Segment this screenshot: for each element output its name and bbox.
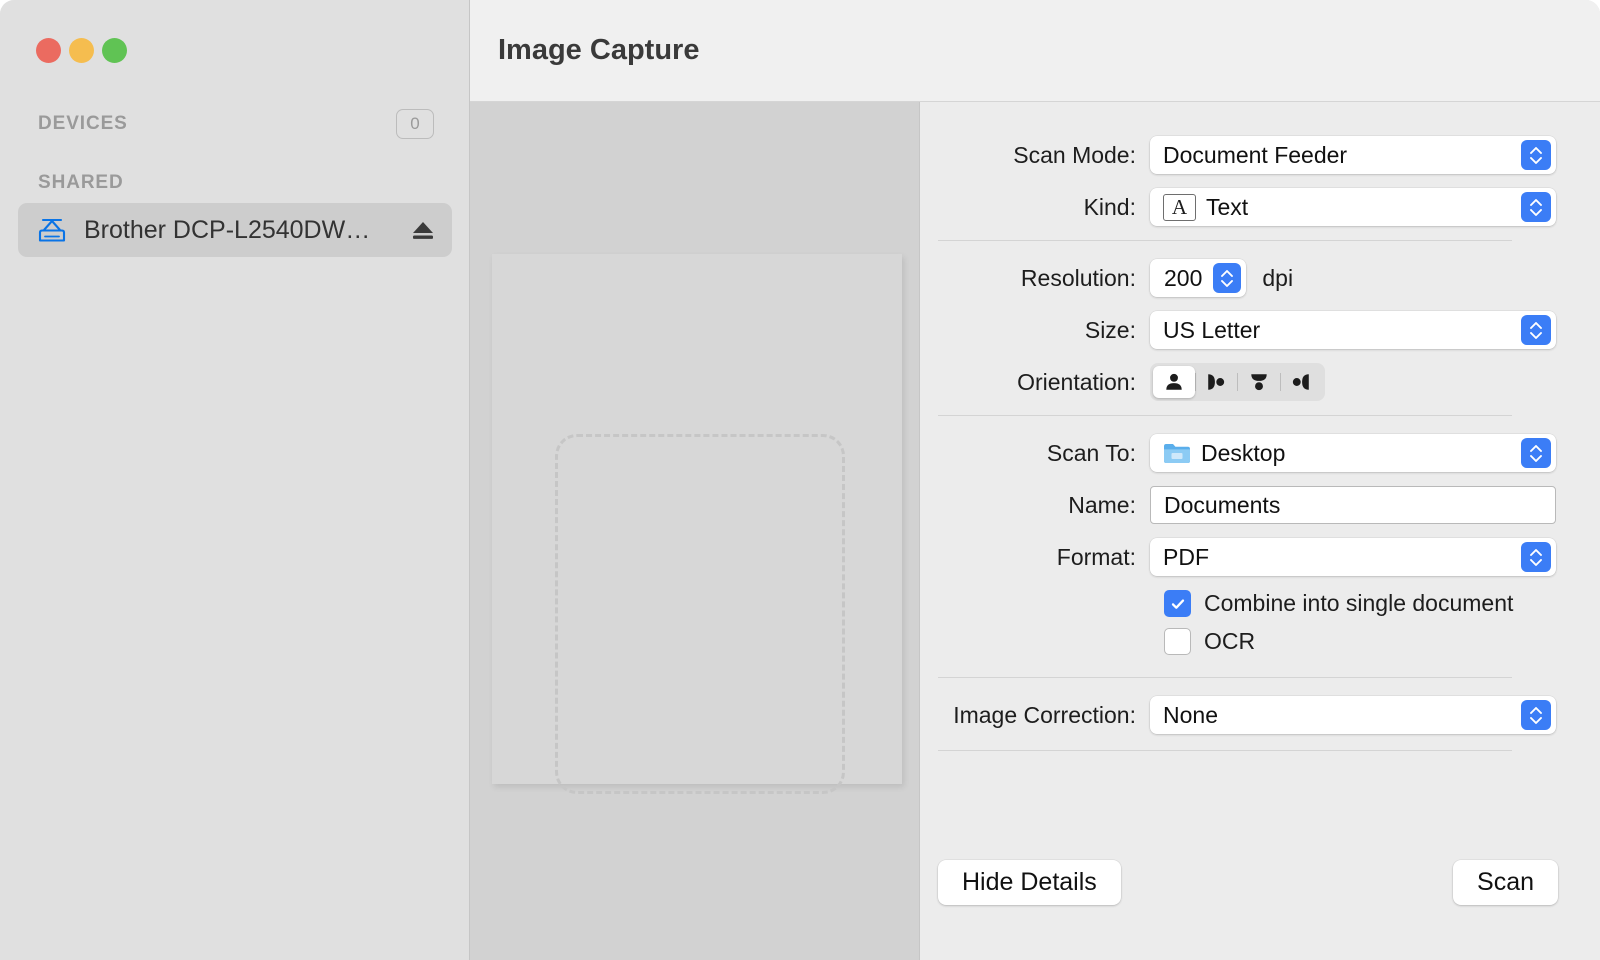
resolution-label: Resolution: xyxy=(1020,264,1136,291)
row-combine: Combine into single document xyxy=(920,590,1556,617)
content-body: Scan Mode: Document Feeder Kind: A Text … xyxy=(470,102,1600,960)
sidebar-item-brother-scanner[interactable]: Brother DCP-L2540DW… xyxy=(18,203,452,257)
size-value: US Letter xyxy=(1163,316,1261,343)
sidebar-section-shared: SHARED xyxy=(38,172,434,194)
orientation-portrait-flipped-button[interactable] xyxy=(1238,366,1280,398)
format-select[interactable]: PDF xyxy=(1150,538,1556,576)
scan-mode-label: Scan Mode: xyxy=(1013,141,1136,168)
sidebar: DEVICES 0 SHARED Brother DCP-L2540DW… xyxy=(0,0,470,960)
row-name: Name: Documents xyxy=(920,486,1556,524)
row-scan-to: Scan To: Desktop xyxy=(920,434,1556,472)
orientation-portrait-button[interactable] xyxy=(1153,366,1195,398)
row-format: Format: PDF xyxy=(920,538,1556,576)
chevron-updown-icon xyxy=(1521,140,1551,170)
scan-mode-select[interactable]: Document Feeder xyxy=(1150,136,1556,174)
row-ocr: OCR xyxy=(920,628,1556,655)
devices-count-badge: 0 xyxy=(396,109,434,139)
format-value: PDF xyxy=(1163,543,1209,570)
titlebar: Image Capture xyxy=(470,0,1600,102)
scan-to-label: Scan To: xyxy=(1046,439,1136,466)
name-input[interactable]: Documents xyxy=(1150,486,1556,524)
folder-icon xyxy=(1163,442,1191,465)
orientation-landscape-right-button[interactable] xyxy=(1196,366,1238,398)
ocr-checkbox[interactable] xyxy=(1164,628,1191,655)
resolution-stepper[interactable]: 200 xyxy=(1150,259,1247,297)
divider-1 xyxy=(938,240,1512,241)
row-image-correction: Image Correction: None xyxy=(920,696,1556,734)
text-kind-icon: A xyxy=(1163,193,1196,221)
row-orientation: Orientation: xyxy=(920,363,1556,401)
divider-4 xyxy=(938,750,1512,751)
scan-mode-value: Document Feeder xyxy=(1163,141,1348,168)
resolution-value: 200 xyxy=(1164,264,1203,291)
hide-details-button[interactable]: Hide Details xyxy=(938,859,1121,905)
name-label: Name: xyxy=(1068,491,1136,518)
orientation-segmented-control[interactable] xyxy=(1150,363,1325,401)
size-select[interactable]: US Letter xyxy=(1150,311,1556,349)
checkmark-icon xyxy=(1171,598,1184,609)
row-kind: Kind: A Text xyxy=(920,188,1556,226)
divider-3 xyxy=(938,677,1512,678)
format-label: Format: xyxy=(1056,543,1136,570)
sidebar-item-label: Brother DCP-L2540DW… xyxy=(84,215,371,244)
chevron-updown-icon[interactable] xyxy=(1213,263,1242,293)
combine-label: Combine into single document xyxy=(1204,590,1514,616)
image-correction-value: None xyxy=(1163,701,1218,728)
sidebar-section-devices-label: DEVICES xyxy=(38,113,128,134)
image-correction-select[interactable]: None xyxy=(1150,696,1556,734)
size-label: Size: xyxy=(1084,316,1136,343)
image-correction-label: Image Correction: xyxy=(953,701,1136,728)
chevron-updown-icon xyxy=(1521,438,1551,468)
scan-preview-pane[interactable] xyxy=(470,102,920,960)
person-portrait-flipped-icon xyxy=(1251,374,1267,391)
scan-button[interactable]: Scan xyxy=(1453,859,1558,905)
row-size: Size: US Letter xyxy=(920,311,1556,349)
eject-icon[interactable] xyxy=(410,218,436,242)
ocr-label: OCR xyxy=(1204,628,1256,654)
sidebar-section-shared-label: SHARED xyxy=(38,172,124,193)
zoom-button[interactable] xyxy=(102,38,127,63)
chevron-updown-icon xyxy=(1521,700,1551,730)
main-area: Image Capture Scan Mode: Document Feeder xyxy=(470,0,1600,960)
chevron-updown-icon xyxy=(1521,192,1551,222)
scan-to-select[interactable]: Desktop xyxy=(1150,434,1556,472)
image-capture-window: DEVICES 0 SHARED Brother DCP-L2540DW… Im… xyxy=(0,0,1600,960)
page-title: Image Capture xyxy=(498,34,700,66)
resolution-unit: dpi xyxy=(1262,264,1294,291)
footer-buttons: Hide Details Scan xyxy=(920,840,1600,960)
selection-marquee[interactable] xyxy=(555,434,845,794)
chevron-updown-icon xyxy=(1521,315,1551,345)
orientation-landscape-left-button[interactable] xyxy=(1281,366,1323,398)
close-button[interactable] xyxy=(36,38,61,63)
scan-settings-panel: Scan Mode: Document Feeder Kind: A Text … xyxy=(920,102,1600,960)
combine-checkbox[interactable] xyxy=(1164,590,1191,617)
minimize-button[interactable] xyxy=(69,38,94,63)
divider-2 xyxy=(938,415,1512,416)
chevron-updown-icon xyxy=(1521,542,1551,572)
preview-page xyxy=(492,254,902,794)
kind-value: Text xyxy=(1206,193,1249,220)
person-landscape-right-icon xyxy=(1208,374,1225,390)
person-landscape-left-icon xyxy=(1293,374,1310,390)
scan-to-value: Desktop xyxy=(1201,439,1286,466)
row-scan-mode: Scan Mode: Document Feeder xyxy=(920,136,1556,174)
traffic-lights xyxy=(36,38,127,63)
sidebar-section-devices: DEVICES 0 xyxy=(38,109,434,139)
row-resolution: Resolution: 200 dpi xyxy=(920,259,1556,297)
kind-label: Kind: xyxy=(1083,193,1136,220)
person-portrait-icon xyxy=(1166,373,1182,390)
kind-select[interactable]: A Text xyxy=(1150,188,1556,226)
orientation-label: Orientation: xyxy=(1017,368,1136,395)
scanner-icon xyxy=(36,217,68,243)
